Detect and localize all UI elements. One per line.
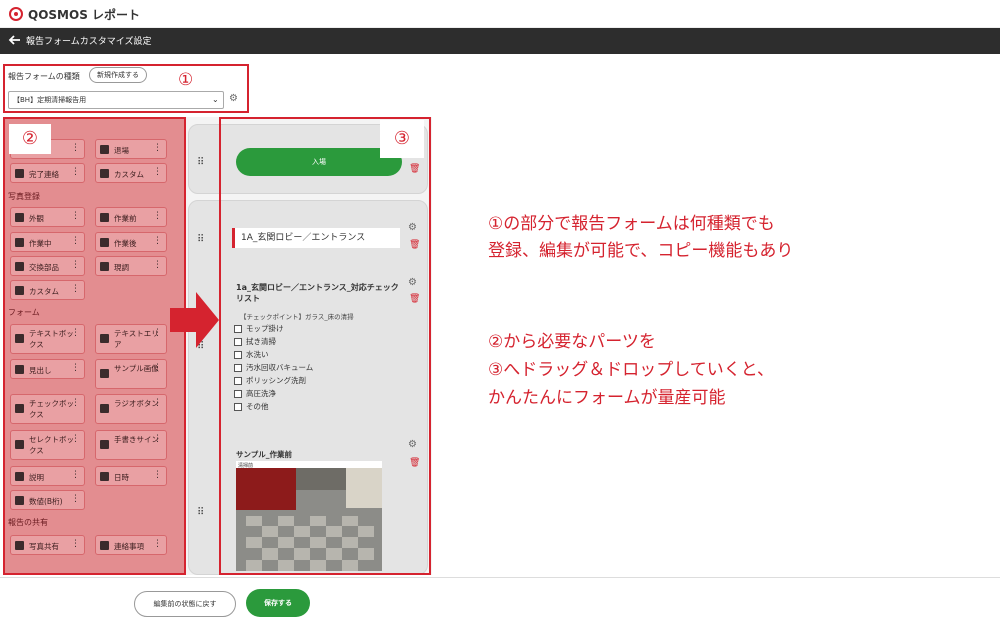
logo-icon bbox=[9, 7, 23, 21]
right-arrow-icon bbox=[170, 292, 219, 348]
back-arrow-icon[interactable] bbox=[8, 33, 22, 47]
annotation-line-3: ②から必要なパーツを bbox=[488, 332, 656, 352]
save-button[interactable]: 保存する bbox=[246, 589, 310, 617]
revert-button[interactable]: 編集前の状態に戻す bbox=[134, 591, 236, 617]
annotation-number-2: ② bbox=[9, 124, 51, 154]
annotation-number-1: ① bbox=[178, 70, 194, 90]
app-logo-text: QOSMOS レポート bbox=[28, 8, 141, 22]
annotation-number-3: ③ bbox=[380, 120, 424, 158]
page-title: 報告フォームカスタマイズ設定 bbox=[26, 37, 152, 47]
annotation-line-2: 登録、編集が可能で、コピー機能もあり bbox=[488, 241, 794, 261]
annotation-box-2 bbox=[3, 117, 186, 575]
annotation-line-4: ③へドラッグ＆ドロップしていくと、 bbox=[488, 360, 775, 380]
annotation-line-1: ①の部分で報告フォームは何種類でも bbox=[488, 214, 775, 234]
app-header bbox=[0, 0, 1000, 28]
annotation-box-1 bbox=[3, 64, 249, 113]
annotation-line-5: かんたんにフォームが量産可能 bbox=[488, 388, 726, 408]
drag-grip-icon[interactable]: ⠿ bbox=[197, 235, 207, 245]
drag-grip-icon[interactable]: ⠿ bbox=[197, 158, 207, 168]
annotation-box-3 bbox=[219, 117, 431, 575]
drag-grip-icon[interactable]: ⠿ bbox=[197, 508, 207, 518]
